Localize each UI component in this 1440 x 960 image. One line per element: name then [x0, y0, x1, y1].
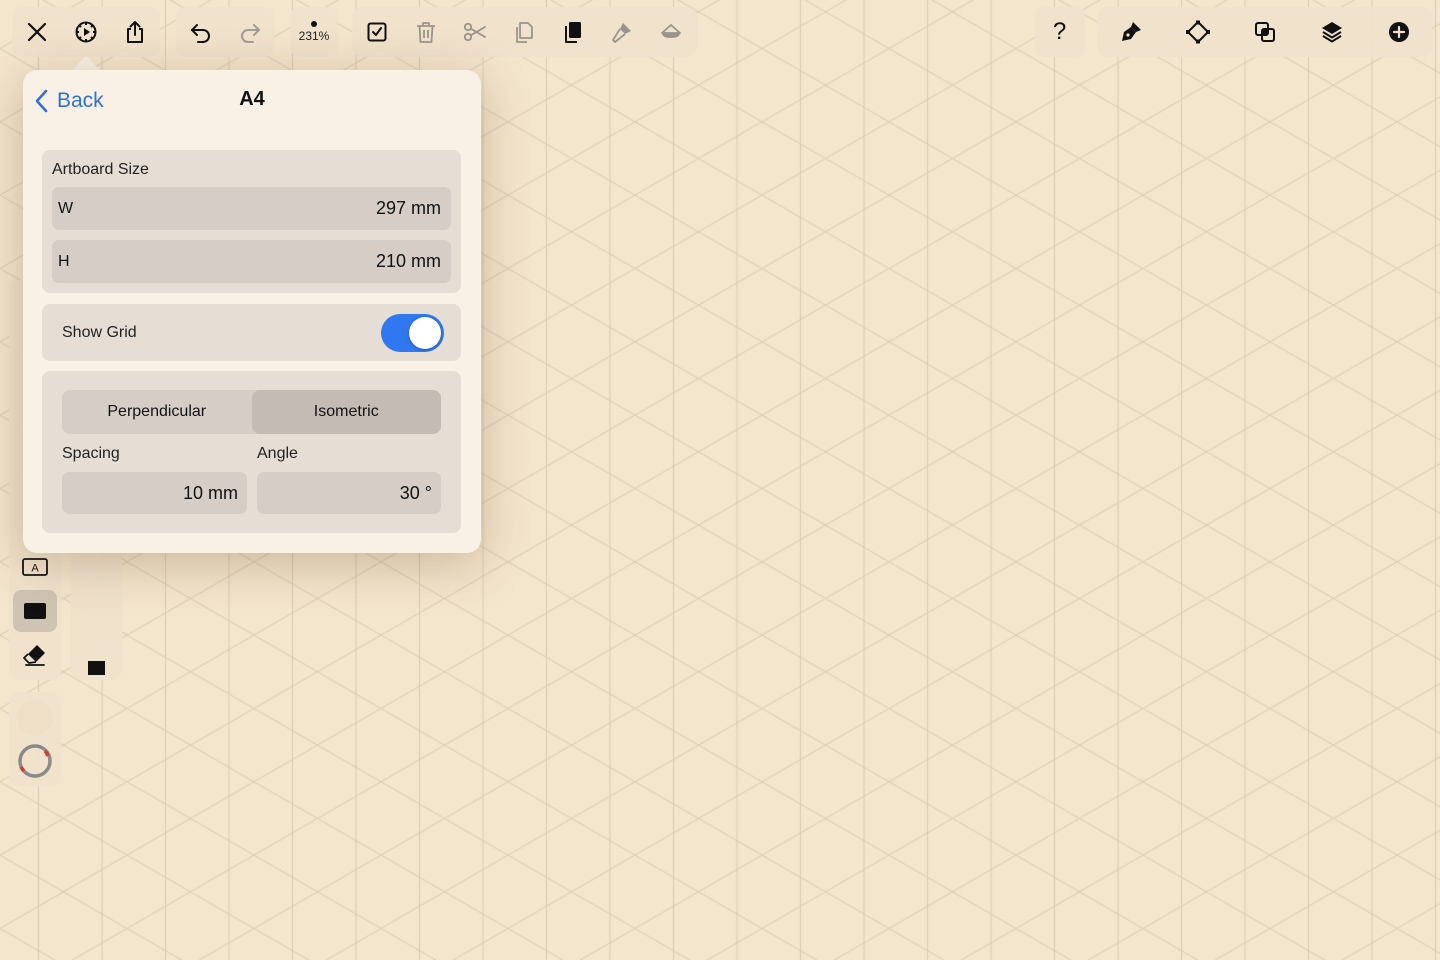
grid-options-section: Perpendicular Isometric Spacing Angle 10…	[42, 371, 461, 533]
add-button[interactable]	[1374, 7, 1423, 57]
share-button[interactable]	[110, 7, 159, 57]
boolean-icon	[1254, 22, 1275, 42]
shape-tool-button[interactable]	[13, 590, 57, 632]
toggle-knob	[409, 317, 441, 349]
height-label: H	[58, 252, 70, 270]
shape-tool-icon	[24, 603, 46, 619]
zoom-indicator-dot	[311, 21, 317, 27]
height-value: 210 mm	[375, 251, 441, 271]
edit-toolbar	[352, 7, 697, 57]
boolean-button[interactable]	[1240, 7, 1289, 57]
redo-icon	[240, 24, 260, 43]
segment-isometric[interactable]: Isometric	[251, 390, 441, 434]
eraser-icon	[23, 645, 45, 666]
show-grid-label: Show Grid	[62, 324, 137, 341]
artboard-settings-popover: Back A4 Artboard Size W 297 mm H 210 mm …	[23, 70, 481, 553]
close-button[interactable]	[12, 7, 61, 57]
zoom-level: 231%	[298, 29, 330, 43]
tools-toolbar	[1097, 7, 1432, 57]
settings-icon	[75, 21, 96, 43]
width-label: W	[58, 199, 74, 217]
copy-style-button[interactable]	[597, 7, 646, 57]
angle-field[interactable]: 30 °	[257, 472, 441, 514]
copy-button[interactable]	[499, 7, 548, 57]
trash-icon	[416, 22, 435, 43]
shape-options-panel	[71, 540, 122, 680]
zoom-toolbar: 231%	[290, 7, 338, 57]
show-grid-toggle[interactable]	[381, 314, 444, 352]
spacing-label: Spacing	[62, 445, 120, 462]
undo-button[interactable]	[176, 7, 225, 57]
popover-title: A4	[239, 88, 265, 110]
style-copy-icon	[611, 23, 631, 43]
segment-perpendicular[interactable]: Perpendicular	[62, 390, 252, 434]
grid-type-segmented: Perpendicular Isometric	[62, 390, 441, 434]
scissors-icon	[463, 22, 486, 42]
node-tool-icon	[1185, 20, 1210, 44]
delete-button[interactable]	[401, 7, 450, 57]
help-toolbar: ?	[1035, 7, 1085, 57]
text-tool-icon: A	[22, 558, 48, 576]
artboard-size-label: Artboard Size	[52, 161, 149, 178]
paste-icon	[564, 22, 581, 43]
fill-color-button[interactable]	[17, 700, 53, 736]
share-icon	[126, 21, 143, 43]
svg-text:A: A	[31, 563, 39, 575]
height-field[interactable]: H 210 mm	[52, 240, 451, 283]
select-icon	[367, 22, 386, 42]
layers-button[interactable]	[1307, 7, 1356, 57]
node-tool-button[interactable]	[1173, 7, 1222, 57]
artboard-size-section: Artboard Size W 297 mm H 210 mm	[42, 150, 461, 293]
fill-style-button[interactable]	[646, 7, 695, 57]
width-value: 297 mm	[375, 198, 441, 218]
style-paste-icon	[660, 24, 681, 38]
spacing-value: 10 mm	[182, 482, 238, 503]
eraser-tool-button[interactable]	[13, 634, 57, 676]
document-settings-button[interactable]	[61, 7, 110, 57]
copy-icon	[515, 22, 533, 43]
layers-icon	[1321, 22, 1342, 43]
popover-arrow	[72, 56, 100, 70]
redo-button[interactable]	[225, 7, 274, 57]
angle-label: Angle	[257, 445, 298, 462]
angle-value: 30 °	[399, 482, 432, 503]
color-panel	[9, 692, 61, 786]
history-toolbar	[176, 7, 274, 57]
select-button[interactable]	[352, 7, 401, 57]
show-grid-section: Show Grid	[42, 304, 461, 361]
width-field[interactable]: W 297 mm	[52, 187, 451, 230]
fill-swatch-icon[interactable]	[88, 661, 105, 675]
spacing-field[interactable]: 10 mm	[62, 472, 247, 514]
paste-button[interactable]	[548, 7, 597, 57]
add-icon	[1388, 22, 1409, 42]
pen-tool-icon	[1121, 22, 1141, 41]
zoom-button[interactable]: 231%	[290, 7, 338, 57]
cut-button[interactable]	[450, 7, 499, 57]
close-icon	[27, 22, 46, 42]
file-toolbar	[12, 7, 160, 57]
undo-icon	[190, 24, 210, 43]
stroke-color-icon[interactable]	[17, 743, 53, 779]
help-icon: ?	[1052, 18, 1067, 45]
help-button[interactable]: ?	[1035, 7, 1084, 57]
pen-tool-button[interactable]	[1106, 7, 1155, 57]
